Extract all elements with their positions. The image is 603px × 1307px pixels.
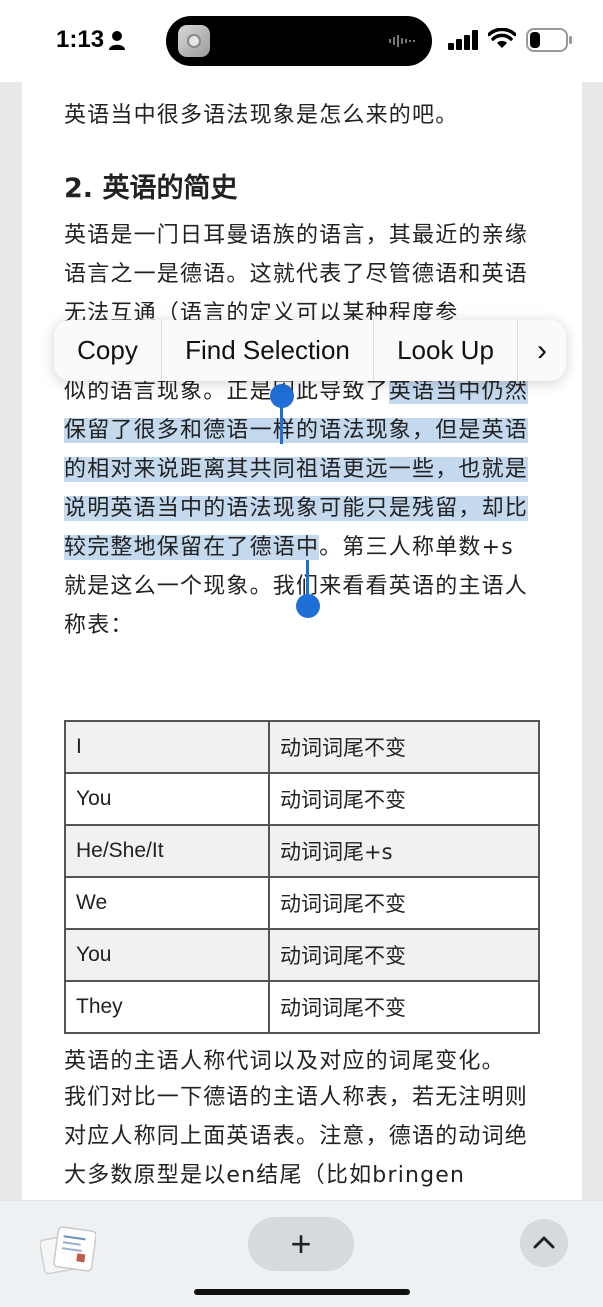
table-row: We 动词词尾不变 bbox=[64, 876, 540, 930]
selection-end-handle[interactable] bbox=[296, 594, 320, 618]
table-row: You 动词词尾不变 bbox=[64, 928, 540, 982]
section-heading: 2. 英语的简史 bbox=[64, 173, 238, 204]
table-cell-pronoun: We bbox=[64, 876, 270, 930]
audio-wave-icon bbox=[389, 35, 415, 47]
text-selection-menu: Copy Find Selection Look Up › bbox=[54, 320, 566, 381]
table-cell-pronoun: You bbox=[64, 772, 270, 826]
table-row: They 动词词尾不变 bbox=[64, 980, 540, 1034]
table-cell-pronoun: I bbox=[64, 720, 270, 774]
person-icon bbox=[109, 31, 125, 50]
table-cell-pronoun: He/She/It bbox=[64, 824, 270, 878]
table-cell-ending: 动词词尾不变 bbox=[268, 772, 540, 826]
tabs-overview-icon[interactable] bbox=[40, 1225, 96, 1275]
cellular-signal-icon bbox=[448, 30, 478, 50]
bottom-toolbar: + bbox=[0, 1200, 603, 1307]
look-up-menu-item[interactable]: Look Up bbox=[374, 320, 518, 381]
chevron-up-icon bbox=[533, 1236, 555, 1249]
status-time: 1:13 bbox=[56, 26, 105, 53]
dynamic-island[interactable] bbox=[166, 16, 432, 66]
wifi-icon bbox=[488, 28, 516, 48]
table-row: He/She/It 动词词尾+s bbox=[64, 824, 540, 878]
table-cell-pronoun: You bbox=[64, 928, 270, 982]
table-row: You 动词词尾不变 bbox=[64, 772, 540, 826]
table-row: I 动词词尾不变 bbox=[64, 720, 540, 774]
battery-icon bbox=[526, 28, 572, 52]
copy-menu-item[interactable]: Copy bbox=[54, 320, 162, 381]
table-cell-ending: 动词词尾不变 bbox=[268, 928, 540, 982]
table-caption: 英语的主语人称代词以及对应的词尾变化。 bbox=[64, 1049, 505, 1074]
selection-start-caret bbox=[280, 400, 283, 444]
home-indicator[interactable] bbox=[194, 1289, 410, 1295]
scroll-up-button[interactable] bbox=[520, 1219, 568, 1267]
article-paragraph-1: 英语是一门日耳曼语族的语言，其最近的亲缘语言之一是德语。这就代表了尽管德语和英语… bbox=[64, 216, 534, 645]
article-page[interactable]: 英语当中很多语法现象是怎么来的吧。 2. 英语的简史 英语是一门日耳曼语族的语言… bbox=[22, 82, 582, 1200]
table-cell-pronoun: They bbox=[64, 980, 270, 1034]
more-options-chevron-icon[interactable]: › bbox=[518, 320, 566, 381]
selected-text[interactable]: 英语当中仍然保留了很多和德语一样的语法现象，但是英语的相对来说距离其共同祖语更远… bbox=[64, 379, 529, 560]
new-tab-button[interactable]: + bbox=[248, 1217, 354, 1271]
table-cell-ending: 动词词尾+s bbox=[268, 824, 540, 878]
table-cell-ending: 动词词尾不变 bbox=[268, 876, 540, 930]
now-playing-artwork-icon bbox=[178, 25, 210, 57]
article-partial-line: 英语当中很多语法现象是怎么来的吧。 bbox=[64, 103, 459, 128]
table-cell-ending: 动词词尾不变 bbox=[268, 980, 540, 1034]
article-paragraph-2: 我们对比一下德语的主语人称表，若无注明则对应人称同上面英语表。注意，德语的动词绝… bbox=[64, 1085, 529, 1188]
table-cell-ending: 动词词尾不变 bbox=[268, 720, 540, 774]
find-selection-menu-item[interactable]: Find Selection bbox=[162, 320, 374, 381]
pronoun-table: I 动词词尾不变 You 动词词尾不变 He/She/It 动词词尾+s We … bbox=[64, 720, 540, 1034]
status-bar: 1:13 bbox=[0, 0, 603, 82]
